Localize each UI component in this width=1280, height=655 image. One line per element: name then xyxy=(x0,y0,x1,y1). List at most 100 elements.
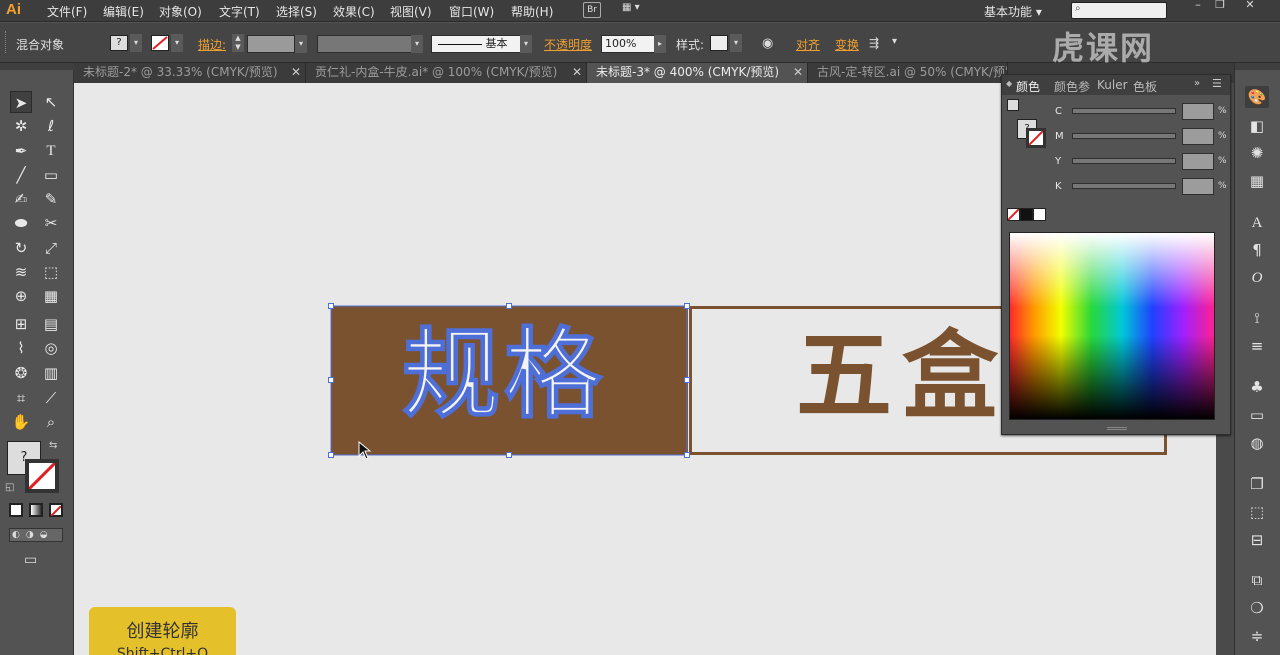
scale-tool-icon[interactable]: ⤢ xyxy=(40,237,62,259)
swap-fill-stroke-icon[interactable]: ⇆ xyxy=(49,440,57,451)
perspective-grid-tool-icon[interactable]: ▦ xyxy=(40,285,62,307)
recolor-icon[interactable]: ◉ xyxy=(762,36,773,51)
opentype-icon[interactable]: O xyxy=(1245,267,1269,289)
fill-swatch[interactable]: ? xyxy=(110,35,128,51)
menu-select[interactable]: 选择(S) xyxy=(276,3,317,20)
stroke-dropdown-icon[interactable]: ▾ xyxy=(171,34,183,52)
screen-mode-icon[interactable]: ▭ xyxy=(24,552,37,568)
menu-view[interactable]: 视图(V) xyxy=(390,3,432,20)
tab-doc-2[interactable]: 贡仁礼-内盒-牛皮.ai* @ 100% (CMYK/预览) ✕ xyxy=(306,63,587,83)
draw-mode-buttons[interactable]: ◐◑◒ xyxy=(9,528,63,542)
channel-m-slider[interactable] xyxy=(1072,133,1176,139)
menu-help[interactable]: 帮助(H) xyxy=(511,3,553,20)
scissors-tool-icon[interactable]: ✂ xyxy=(40,212,62,234)
zoom-tool-icon[interactable]: ⌕ xyxy=(40,411,62,433)
blob-brush-tool-icon[interactable]: ⬬ xyxy=(10,212,32,234)
width-tool-icon[interactable]: ≋ xyxy=(10,261,32,283)
panel-stroke-swatch[interactable] xyxy=(1026,128,1046,148)
column-graph-tool-icon[interactable]: ▥ xyxy=(40,362,62,384)
fill-dropdown-icon[interactable]: ▾ xyxy=(130,34,142,52)
pencil-tool-icon[interactable]: ✎ xyxy=(40,188,62,210)
close-window-icon[interactable]: ✕ xyxy=(1240,0,1260,12)
gradient-mode-button[interactable] xyxy=(29,503,43,517)
grip-handle[interactable] xyxy=(5,31,8,53)
tab-color[interactable]: 颜色 xyxy=(1016,78,1040,95)
opacity-label[interactable]: 不透明度 xyxy=(544,36,592,53)
panel-expand-icon[interactable]: » xyxy=(1194,78,1200,89)
gradient-tool-icon[interactable]: ▤ xyxy=(40,313,62,335)
paragraph-icon[interactable]: ¶ xyxy=(1245,239,1269,261)
rectangle-tool-icon[interactable]: ▭ xyxy=(40,164,62,186)
align-panel-icon[interactable]: ⊟ xyxy=(1245,529,1269,551)
graphic-style-dropdown-icon[interactable]: ▾ xyxy=(730,34,742,52)
white-swatch[interactable] xyxy=(1033,208,1046,221)
rotate-tool-icon[interactable]: ↻ xyxy=(10,237,32,259)
color-panel-icon[interactable]: 🎨 xyxy=(1245,86,1269,108)
layers-icon[interactable]: ❐ xyxy=(1245,473,1269,495)
mesh-tool-icon[interactable]: ⊞ xyxy=(10,313,32,335)
none-mode-button[interactable] xyxy=(49,503,63,517)
character-icon[interactable]: A xyxy=(1245,212,1269,234)
line-tool-icon[interactable]: ╱ xyxy=(10,164,32,186)
channel-c-slider[interactable] xyxy=(1072,108,1176,114)
align-label[interactable]: 对齐 xyxy=(796,36,820,53)
artboards-icon[interactable]: ⧉ xyxy=(1245,569,1269,591)
isolate-icon[interactable]: ⇶ xyxy=(869,36,879,50)
magic-wand-tool-icon[interactable]: ✲ xyxy=(10,115,32,137)
transparency-icon[interactable]: ◍ xyxy=(1245,432,1269,454)
mini-fill-swatch[interactable] xyxy=(1007,99,1019,111)
panel-resize-handle[interactable] xyxy=(1107,427,1127,430)
channel-m-input[interactable] xyxy=(1182,128,1214,145)
workspace-switcher[interactable]: 基本功能 ▾ xyxy=(984,3,1042,20)
color-panel-header[interactable]: ◆ 颜色 颜色参 Kuler 色板 » ☰ xyxy=(1002,75,1230,95)
variable-width-select[interactable] xyxy=(317,35,412,53)
menu-effect[interactable]: 效果(C) xyxy=(333,3,375,20)
tab-swatches[interactable]: 色板 xyxy=(1133,78,1157,95)
opacity-input[interactable]: 100% xyxy=(601,35,655,53)
opacity-dropdown-icon[interactable]: ▸ xyxy=(654,35,666,53)
direct-selection-tool-icon[interactable]: ↖ xyxy=(40,91,62,113)
arrange-documents-icon[interactable]: ▦ ▾ xyxy=(622,2,650,18)
panel-menu-icon[interactable]: ☰ xyxy=(1212,77,1222,90)
pen-tool-icon[interactable]: ✒ xyxy=(10,140,32,162)
variable-width-dropdown-icon[interactable]: ▾ xyxy=(411,35,423,53)
shape-builder-tool-icon[interactable]: ⊕ xyxy=(10,285,32,307)
slice-tool-icon[interactable]: ⟋ xyxy=(40,387,62,409)
close-tab-icon[interactable]: ✕ xyxy=(793,63,803,82)
graphic-styles-icon[interactable]: ≑ xyxy=(1245,625,1269,647)
tab-kuler[interactable]: Kuler xyxy=(1097,78,1128,92)
color-spectrum[interactable] xyxy=(1009,232,1215,420)
eyedropper-tool-icon[interactable]: ⌇ xyxy=(10,337,32,359)
none-swatch[interactable] xyxy=(1007,208,1020,221)
transform-panel-icon[interactable]: ⬚ xyxy=(1245,501,1269,523)
search-input[interactable]: ⌕ xyxy=(1071,2,1167,19)
color-mode-button[interactable] xyxy=(9,503,23,517)
menu-type[interactable]: 文字(T) xyxy=(219,3,260,20)
kuler-icon[interactable]: ✺ xyxy=(1245,142,1269,164)
tab-doc-1[interactable]: 未标题-2* @ 33.33% (CMYK/预览) ✕ xyxy=(74,63,306,83)
tab-doc-4[interactable]: 古风-定-转区.ai @ 50% (CMYK/预览) xyxy=(808,63,1008,83)
tools-panel-header[interactable] xyxy=(0,63,74,70)
channel-y-slider[interactable] xyxy=(1072,158,1176,164)
menu-edit[interactable]: 编辑(E) xyxy=(103,3,144,20)
transform-label[interactable]: 变换 xyxy=(835,36,859,53)
dock-header[interactable] xyxy=(1235,63,1280,70)
stroke-panel-icon[interactable]: ≡ xyxy=(1245,335,1269,357)
selection-bounding-box[interactable] xyxy=(324,300,694,462)
stroke-weight-dropdown-icon[interactable]: ▾ xyxy=(295,35,307,53)
brushes-icon[interactable]: ⟟ xyxy=(1245,307,1269,329)
channel-y-input[interactable] xyxy=(1182,153,1214,170)
swatches-icon[interactable]: ▦ xyxy=(1245,170,1269,192)
panel-collapse-icon[interactable]: ◆ xyxy=(1006,79,1012,88)
appearance-icon[interactable]: ❍ xyxy=(1245,597,1269,619)
stroke-label[interactable]: 描边: xyxy=(198,36,226,53)
stroke-swatch[interactable] xyxy=(151,35,169,51)
free-transform-tool-icon[interactable]: ⬚ xyxy=(40,261,62,283)
color-guide-icon[interactable]: ◧ xyxy=(1245,115,1269,137)
brush-style-select[interactable]: 基本 xyxy=(431,35,521,53)
stroke-weight-input[interactable] xyxy=(247,35,295,53)
lasso-tool-icon[interactable]: ℓ xyxy=(40,115,62,137)
menu-object[interactable]: 对象(O) xyxy=(159,3,202,20)
black-swatch[interactable] xyxy=(1020,208,1033,221)
symbols-icon[interactable]: ♣ xyxy=(1245,376,1269,398)
